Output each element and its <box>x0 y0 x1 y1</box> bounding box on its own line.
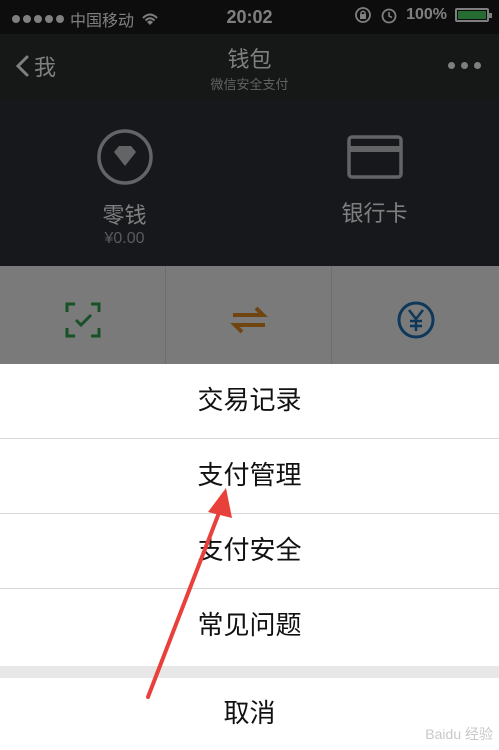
option-faq[interactable]: 常见问题 <box>0 589 499 664</box>
option-payment-management[interactable]: 支付管理 <box>0 439 499 514</box>
option-payment-security[interactable]: 支付安全 <box>0 514 499 589</box>
watermark: Baidu 经验 <box>425 726 493 742</box>
option-transaction-records[interactable]: 交易记录 <box>0 364 499 439</box>
sheet-separator <box>0 666 499 678</box>
cancel-button[interactable]: 取消 <box>0 678 499 750</box>
action-sheet: 交易记录 支付管理 支付安全 常见问题 取消 <box>0 364 499 750</box>
